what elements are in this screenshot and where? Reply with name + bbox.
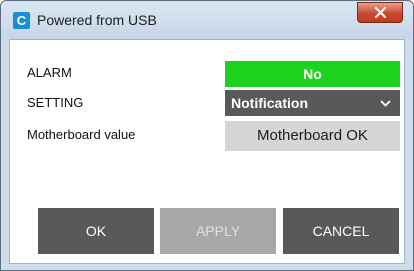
close-x-icon — [375, 7, 386, 18]
cancel-button[interactable]: CANCEL — [283, 208, 399, 254]
close-button[interactable] — [357, 2, 403, 23]
app-logo-icon: C — [13, 12, 30, 29]
window-title: Powered from USB — [37, 12, 157, 28]
apply-button[interactable]: APPLY — [160, 208, 276, 254]
ok-button[interactable]: OK — [38, 208, 154, 254]
title-bar[interactable]: C Powered from USB — [1, 1, 413, 39]
alarm-status-value: No — [225, 61, 400, 87]
motherboard-label: Motherboard value — [27, 127, 136, 142]
setting-dropdown[interactable]: Notification — [225, 90, 400, 116]
setting-label: SETTING — [27, 95, 84, 110]
dialog-content: ALARM No SETTING Notification Motherboar… — [9, 39, 405, 264]
chevron-down-icon — [380, 100, 391, 107]
setting-dropdown-value: Notification — [231, 95, 308, 111]
dialog-window: C Powered from USB ALARM No SETTING Noti… — [0, 0, 414, 271]
alarm-label: ALARM — [27, 65, 72, 80]
motherboard-value: Motherboard OK — [225, 121, 400, 151]
